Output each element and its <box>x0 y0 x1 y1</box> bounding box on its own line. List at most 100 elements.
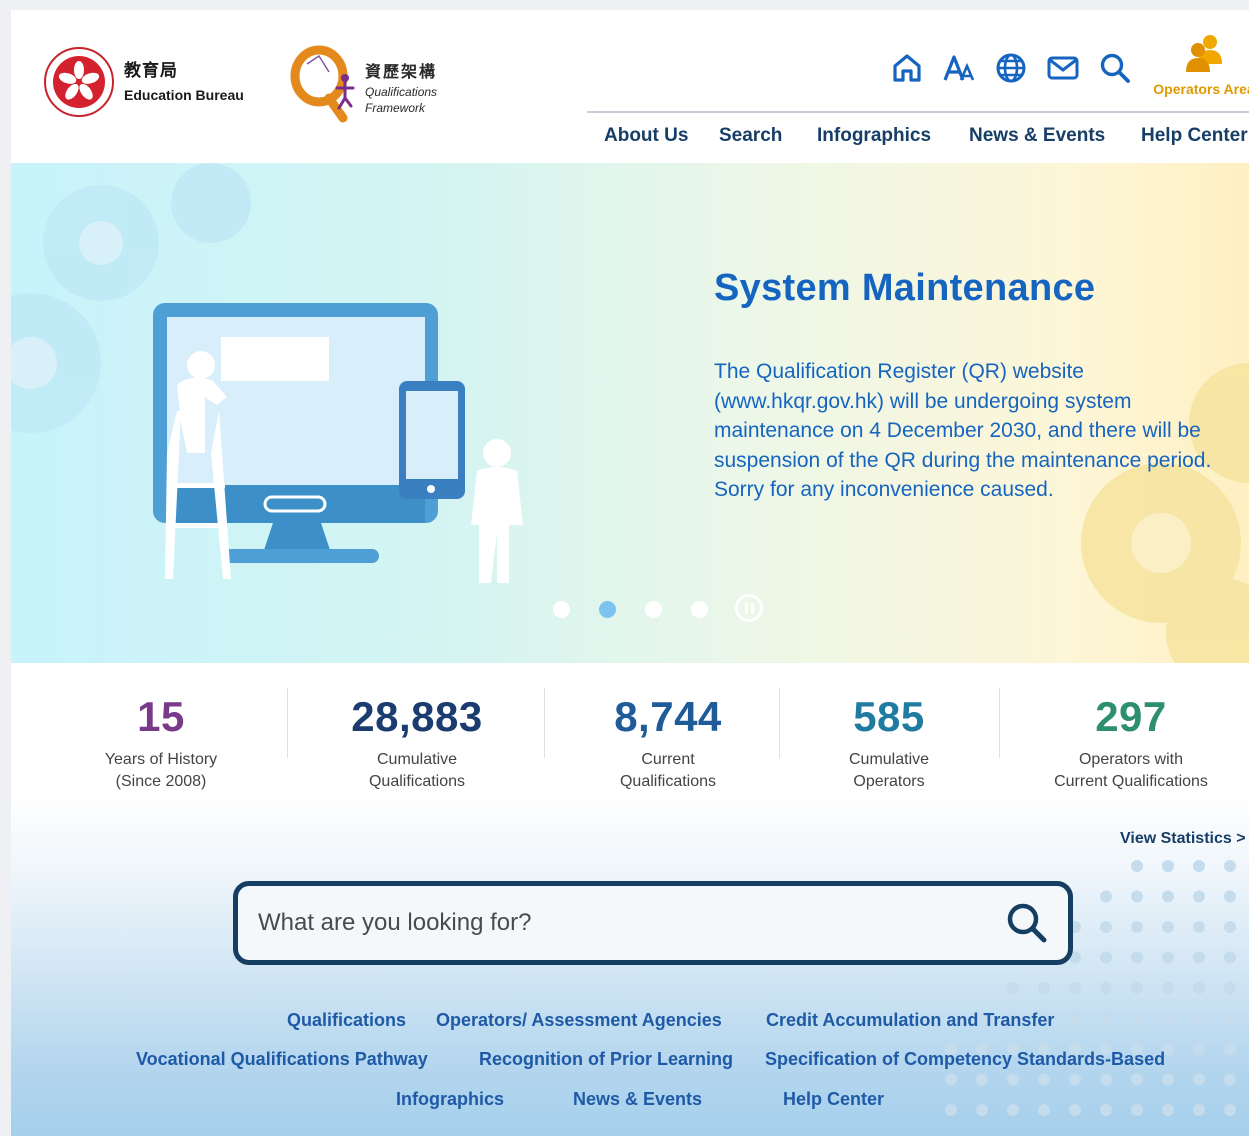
search-input[interactable] <box>256 900 980 946</box>
pattern-dot <box>1038 982 1050 994</box>
pattern-dot <box>1193 1043 1205 1055</box>
stat-operators-current-label-1: Operators with <box>1078 751 1184 768</box>
home-icon <box>893 54 921 82</box>
pattern-dot <box>945 1073 957 1086</box>
nav-infographics[interactable]: Infographics <box>817 125 931 147</box>
quick-link-operators[interactable]: Operators/ Assessment Agencies <box>436 1010 722 1031</box>
pattern-dot <box>1100 1012 1112 1025</box>
pattern-dot <box>1131 1104 1143 1116</box>
stat-divider <box>999 688 1000 758</box>
edb-name-en: Education Bureau <box>124 87 244 103</box>
pattern-dot <box>1193 921 1205 933</box>
stat-years-label-1: Years of History <box>104 751 218 768</box>
pause-icon-bar <box>750 602 754 614</box>
pattern-dot <box>1069 982 1081 994</box>
pattern-dot <box>1069 1012 1081 1025</box>
search-submit-icon[interactable] <box>1004 900 1050 946</box>
pattern-dot <box>1162 982 1174 994</box>
quick-link-infographics[interactable]: Infographics <box>396 1089 504 1110</box>
qf-name-zh: 資歷架構 <box>365 64 438 81</box>
stat-cumulative-operators-value: 585 <box>853 693 925 740</box>
pattern-dot <box>1100 1073 1112 1086</box>
nav-about-us[interactable]: About Us <box>604 125 688 147</box>
pattern-dot <box>1131 890 1143 903</box>
pattern-dot <box>1193 860 1205 872</box>
qf-name[interactable]: 資歷架構 Qualifications Framework <box>365 58 437 114</box>
quick-link-help-center[interactable]: Help Center <box>783 1089 884 1110</box>
slide-dot-3[interactable] <box>645 601 662 618</box>
quick-link-credit-accumulation[interactable]: Credit Accumulation and Transfer <box>766 1010 1054 1031</box>
pattern-dot <box>1162 951 1174 964</box>
pattern-dot <box>1100 921 1112 933</box>
home-button[interactable] <box>887 50 927 86</box>
operators-area-button[interactable]: Operators Area <box>1149 32 1249 97</box>
stat-years: 15 Years of History (Since 2008) <box>81 693 241 793</box>
pattern-dot <box>1069 1073 1081 1086</box>
language-button[interactable] <box>991 50 1031 86</box>
site-header: 教育局 Education Bureau 資歷架構 Qualifications… <box>11 10 1249 163</box>
pattern-dot <box>1224 1073 1236 1086</box>
quick-link-news-events[interactable]: News & Events <box>573 1089 702 1110</box>
pattern-dot <box>1162 1104 1174 1116</box>
stat-current-qualifications-label-1: Current <box>641 751 695 768</box>
stat-divider <box>779 688 780 758</box>
stat-cumulative-operators-label-2: Operators <box>853 773 925 790</box>
quick-link-qualifications[interactable]: Qualifications <box>287 1010 406 1031</box>
page: 教育局 Education Bureau 資歷架構 Qualifications… <box>11 10 1249 1136</box>
pattern-dot <box>1100 951 1112 964</box>
slide-dot-2[interactable] <box>599 601 616 618</box>
stat-years-value: 15 <box>137 693 185 740</box>
font-size-button[interactable] <box>939 50 979 86</box>
stat-divider <box>544 688 545 758</box>
stats-search-section: 15 Years of History (Since 2008) 28,883 … <box>11 663 1249 1136</box>
pattern-dot <box>1224 982 1236 994</box>
site-search-button[interactable] <box>1095 50 1135 86</box>
pattern-dot <box>1224 951 1236 964</box>
edb-name-zh: 教育局 <box>124 61 178 80</box>
pattern-dot <box>1162 921 1174 933</box>
stat-current-qualifications-label-2: Qualifications <box>619 773 717 790</box>
stat-cumulative-qualifications-value: 28,883 <box>351 693 483 740</box>
pattern-dot <box>1131 1073 1143 1086</box>
pattern-dot <box>1193 1012 1205 1025</box>
font-size-icon <box>943 55 975 81</box>
pattern-dot <box>1131 921 1143 933</box>
mail-icon <box>1047 56 1079 80</box>
pattern-dot <box>945 1104 957 1116</box>
contact-button[interactable] <box>1043 50 1083 86</box>
qf-logo-icon[interactable] <box>285 42 365 124</box>
nav-search[interactable]: Search <box>719 125 782 147</box>
pattern-dot <box>1100 982 1112 994</box>
pause-icon <box>744 602 748 614</box>
hero-body: The Qualification Register (QR) website … <box>714 360 1212 501</box>
edb-name[interactable]: 教育局 Education Bureau <box>124 56 244 103</box>
hero-banner[interactable]: System Maintenance The Qualification Reg… <box>11 163 1249 663</box>
pattern-dot <box>1193 951 1205 964</box>
pattern-dot <box>976 1073 988 1086</box>
slide-dot-1[interactable] <box>553 601 570 618</box>
hksar-emblem-icon[interactable] <box>43 46 115 118</box>
nav-news-events[interactable]: News & Events <box>969 125 1105 147</box>
pattern-dot <box>1131 1012 1143 1025</box>
pattern-dot <box>1131 982 1143 994</box>
globe-icon <box>996 53 1026 83</box>
quick-link-vqp[interactable]: Vocational Qualifications Pathway <box>136 1049 428 1070</box>
view-statistics-link[interactable]: View Statistics > <box>1120 830 1246 848</box>
stat-years-label-2: (Since 2008) <box>115 773 207 790</box>
pattern-dot <box>1038 1073 1050 1086</box>
pattern-dot <box>1100 1104 1112 1116</box>
pause-button[interactable] <box>735 594 763 622</box>
pattern-dot <box>1007 1104 1019 1116</box>
quick-link-rpl[interactable]: Recognition of Prior Learning <box>479 1049 733 1070</box>
slide-dot-4[interactable] <box>691 601 708 618</box>
pattern-dot <box>1162 1012 1174 1025</box>
stat-cumulative-operators: 585 Cumulative Operators <box>809 693 969 793</box>
quick-link-scs[interactable]: Specification of Competency Standards-Ba… <box>765 1049 1165 1070</box>
pattern-dot <box>1131 951 1143 964</box>
stat-operators-current-value: 297 <box>1095 693 1167 740</box>
search-box <box>233 881 1073 965</box>
pattern-dot <box>1224 921 1236 933</box>
pattern-dot <box>1162 860 1174 872</box>
nav-help-center[interactable]: Help Center <box>1141 125 1248 147</box>
stat-operators-current: 297 Operators with Current Qualification… <box>1031 693 1231 793</box>
